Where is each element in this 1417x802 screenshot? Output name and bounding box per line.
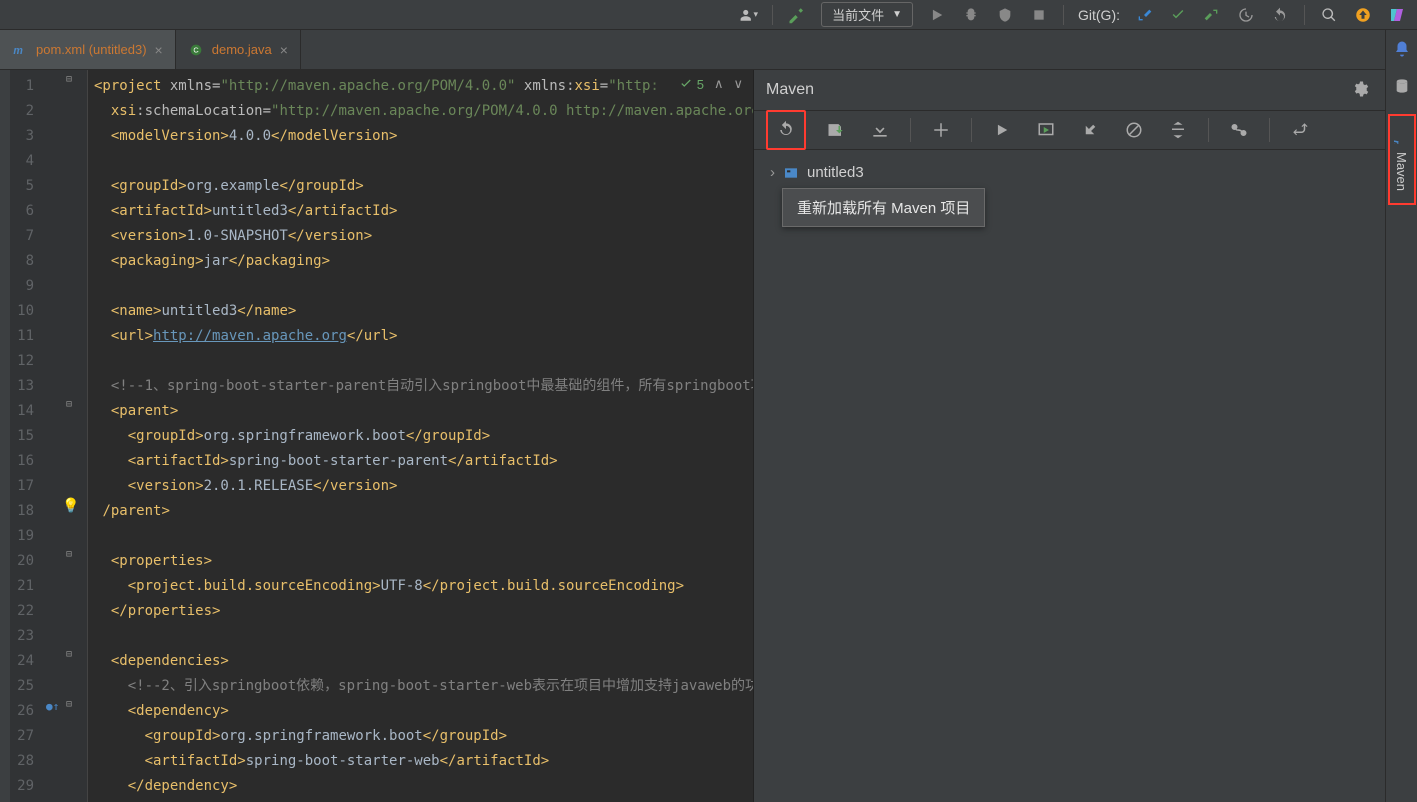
- ide-logo-icon[interactable]: [1387, 5, 1407, 25]
- download-sources-button[interactable]: [866, 116, 894, 144]
- tree-root-label: untitled3: [807, 164, 864, 181]
- coverage-icon[interactable]: [995, 5, 1015, 25]
- git-label: Git(G):: [1078, 7, 1120, 23]
- svg-text:m: m: [13, 45, 23, 57]
- hammer-icon[interactable]: [787, 5, 807, 25]
- java-class-icon: C: [188, 42, 204, 58]
- gear-icon[interactable]: [1351, 80, 1369, 101]
- tab-label: demo.java: [212, 42, 272, 57]
- run-config-label: 当前文件: [832, 5, 884, 24]
- search-icon[interactable]: [1319, 5, 1339, 25]
- maven-title-label: Maven: [766, 81, 814, 99]
- intention-bulb-icon[interactable]: 💡: [62, 498, 79, 514]
- history-icon[interactable]: [1236, 5, 1256, 25]
- code-content[interactable]: <project xmlns="http://maven.apache.org/…: [88, 70, 753, 802]
- tree-root-row[interactable]: › untitled3: [762, 160, 1409, 185]
- run-config-selector[interactable]: 当前文件 ▼: [821, 2, 913, 27]
- up-icon[interactable]: ∧: [714, 76, 724, 92]
- notifications-icon[interactable]: [1393, 40, 1411, 58]
- stop-icon[interactable]: [1029, 5, 1049, 25]
- git-push-icon[interactable]: [1202, 5, 1222, 25]
- chevron-down-icon: ▼: [892, 9, 902, 20]
- maven-file-icon: m: [12, 42, 28, 58]
- execute-goal-button[interactable]: [1032, 116, 1060, 144]
- chevron-right-icon[interactable]: ›: [770, 164, 775, 181]
- maven-module-icon: [783, 165, 799, 181]
- show-dependencies-button[interactable]: [1225, 116, 1253, 144]
- update-icon[interactable]: [1353, 5, 1373, 25]
- maven-title-bar: Maven —: [754, 70, 1417, 110]
- reload-tooltip: 重新加载所有 Maven 项目: [782, 188, 985, 227]
- maven-tree[interactable]: › untitled3 重新加载所有 Maven 项目: [754, 150, 1417, 802]
- fold-gutter: ⊟ ⊟ ⊟ ⊟ ⊟ ⊟ 💡 ●↑: [44, 70, 88, 802]
- tab-label: pom.xml (untitled3): [36, 42, 147, 57]
- main-toolbar: ▾ 当前文件 ▼ Git(G):: [0, 0, 1417, 30]
- editor-tabs: m pom.xml (untitled3) × C demo.java × ⋮: [0, 30, 1417, 70]
- run-maven-button[interactable]: [988, 116, 1016, 144]
- undo-icon[interactable]: [1270, 5, 1290, 25]
- right-tool-stripe: m Maven: [1385, 30, 1417, 802]
- maven-tool-tab[interactable]: m Maven: [1388, 114, 1416, 205]
- maven-settings-button[interactable]: [1286, 116, 1314, 144]
- git-commit-icon[interactable]: [1168, 5, 1188, 25]
- maven-tab-icon: m: [1394, 128, 1410, 144]
- editor-status: 5 ∧ ∨: [649, 76, 743, 92]
- svg-text:C: C: [193, 45, 199, 54]
- maven-tab-label: Maven: [1394, 152, 1409, 191]
- maven-tool-window: Maven — ›: [753, 70, 1417, 802]
- close-icon[interactable]: ×: [280, 42, 288, 58]
- tab-demo-java[interactable]: C demo.java ×: [176, 30, 301, 69]
- reload-all-projects-button[interactable]: [766, 110, 806, 150]
- maven-toolbar: [754, 110, 1417, 150]
- svg-text:m: m: [1394, 140, 1401, 144]
- generate-sources-button[interactable]: [822, 116, 850, 144]
- left-tool-stripe: [0, 70, 10, 802]
- close-icon[interactable]: ×: [155, 42, 163, 58]
- tab-pom-xml[interactable]: m pom.xml (untitled3) ×: [0, 30, 176, 69]
- code-editor[interactable]: 5 ∧ ∨ 1234567891011121314151617181920212…: [0, 70, 753, 802]
- toggle-offline-button[interactable]: [1076, 116, 1104, 144]
- run-icon[interactable]: [927, 5, 947, 25]
- down-icon[interactable]: ∨: [733, 76, 743, 92]
- account-icon[interactable]: ▾: [738, 5, 758, 25]
- add-project-button[interactable]: [927, 116, 955, 144]
- collapse-all-button[interactable]: [1164, 116, 1192, 144]
- git-pull-icon[interactable]: [1134, 5, 1154, 25]
- db-icon[interactable]: [1394, 78, 1410, 94]
- debug-icon[interactable]: [961, 5, 981, 25]
- problem-count[interactable]: 5: [679, 77, 704, 92]
- skip-tests-button[interactable]: [1120, 116, 1148, 144]
